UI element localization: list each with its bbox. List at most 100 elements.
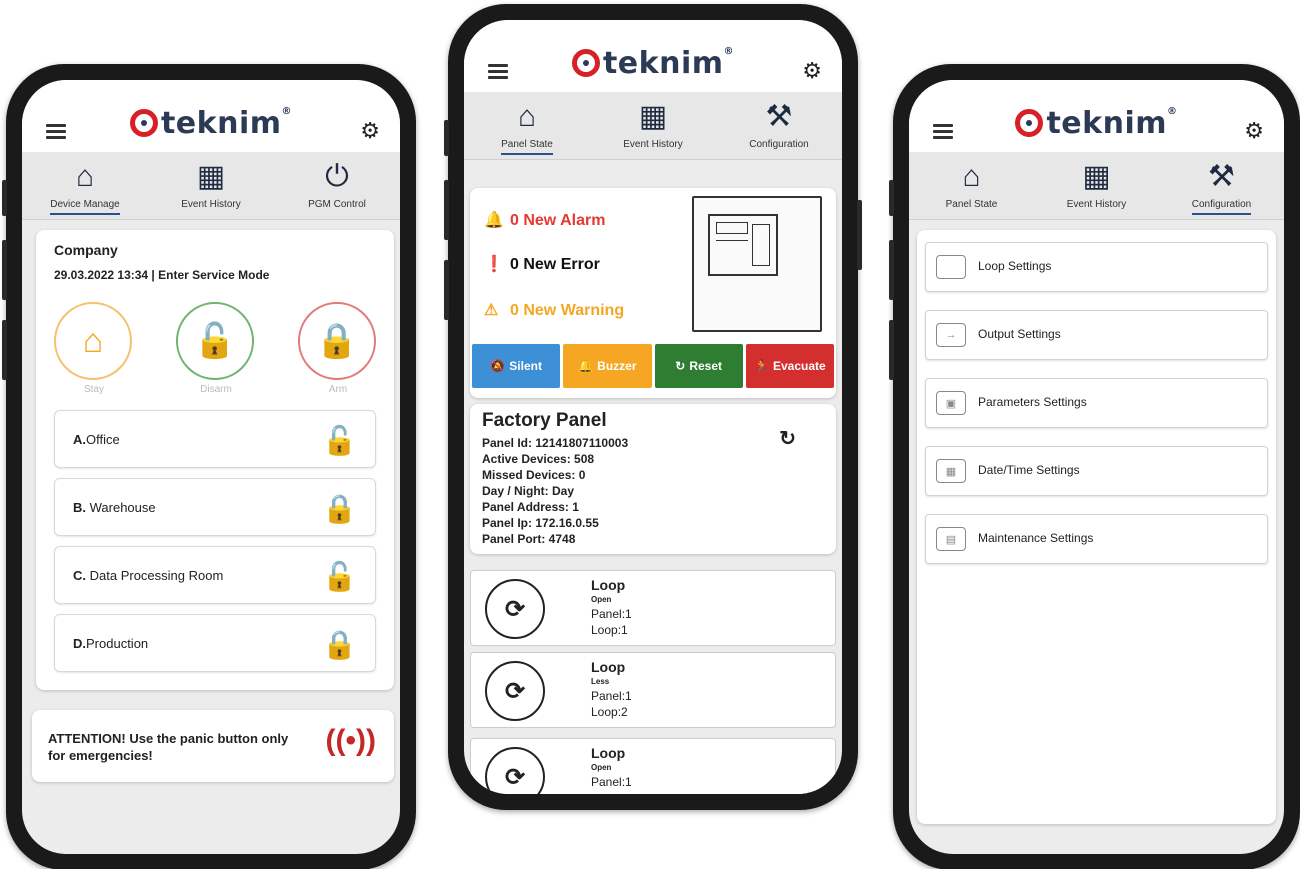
calendar-icon: ▦ [1082, 160, 1111, 193]
tab-event-history[interactable]: ▦ Event History [148, 152, 274, 219]
arm-button[interactable]: 🔒 Arm [298, 302, 378, 395]
panic-card: ATTENTION! Use the panic button only for… [32, 710, 394, 782]
unlock-icon[interactable]: 🔓 [322, 424, 357, 457]
day-night: Day / Night: Day [482, 484, 575, 498]
screen: teknim® ⚙ ⌂ Panel State ▦ Event History … [464, 20, 842, 794]
buzzer-button[interactable]: 🔔 Buzzer [563, 344, 652, 388]
tab-bar: ⌂ Panel State ▦ Event History ⚒ Configur… [464, 92, 842, 160]
run-icon: 🏃 [754, 359, 769, 373]
tab-bar: ⌂ Device Manage ▦ Event History ⏻ PGM Co… [22, 152, 400, 220]
company-name: Company [54, 242, 118, 258]
zone-item[interactable]: D.Production 🔒 [54, 614, 376, 672]
phone-configuration: teknim® ⚙ ⌂ Panel State ▦ Event History … [889, 64, 1300, 869]
screen: teknim® ⚙ ⌂ Panel State ▦ Event History … [909, 80, 1284, 854]
logo-mark-icon [571, 49, 600, 77]
panic-warning-text: ATTENTION! Use the panic button only for… [48, 731, 289, 763]
sync-icon: ⟳ [485, 747, 545, 794]
home-icon: ⌂ [962, 160, 981, 193]
zone-item[interactable]: A.Office 🔓 [54, 410, 376, 468]
phone-panel-state: teknim® ⚙ ⌂ Panel State ▦ Event History … [444, 4, 862, 810]
gear-icon[interactable]: ⚙ [802, 58, 822, 84]
brand-logo: teknim® [909, 106, 1284, 141]
tab-panel-state[interactable]: ⌂ Panel State [464, 92, 590, 159]
settings-card: Loop Settings → Output Settings ▣ Parame… [917, 230, 1276, 824]
wrench-gear-icon: ⚒ [1208, 160, 1235, 193]
sync-icon: ⟳ [485, 579, 545, 639]
sync-icon: ⟳ [485, 661, 545, 721]
tab-panel-state[interactable]: ⌂ Panel State [909, 152, 1034, 219]
action-buttons: 🔕 Silent 🔔 Buzzer ↻ Reset 🏃 Evacuate [470, 344, 836, 388]
evacuate-button[interactable]: 🏃 Evacuate [745, 344, 834, 388]
zone-item[interactable]: C. Data Processing Room 🔓 [54, 546, 376, 604]
zone-item[interactable]: B. Warehouse 🔒 [54, 478, 376, 536]
error-count: ❗ 0 New Error [484, 256, 600, 273]
top-bar: teknim® ⚙ [464, 20, 842, 92]
tab-event-history[interactable]: ▦ Event History [590, 92, 716, 159]
stay-button[interactable]: ⌂ Stay [54, 302, 134, 395]
warning-count: ⚠ 0 New Warning [484, 302, 625, 319]
company-card: Company 29.03.2022 13:34 | Enter Service… [36, 230, 394, 690]
wrench-gear-icon: ⚒ [765, 100, 793, 133]
error-icon: ❗ [484, 256, 504, 273]
tab-event-history[interactable]: ▦ Event History [1034, 152, 1159, 219]
active-devices: Active Devices: 508 [482, 452, 595, 466]
calendar-icon: ▦ [638, 100, 668, 133]
tab-pgm-control[interactable]: ⏻ PGM Control [274, 152, 400, 219]
panel-address: Panel Address: 1 [482, 500, 579, 514]
gear-icon[interactable]: ⚙ [360, 118, 380, 144]
buzzer-icon: 🔔 [578, 359, 594, 373]
loop-icon [936, 255, 966, 279]
top-bar: teknim® ⚙ [22, 80, 400, 152]
silent-button[interactable]: 🔕 Silent [472, 344, 561, 388]
alarm-bell-icon: 🔔 [484, 212, 504, 229]
tab-bar: ⌂ Panel State ▦ Event History ⚒ Configur… [909, 152, 1284, 220]
parameters-settings-item[interactable]: ▣ Parameters Settings [925, 378, 1268, 428]
unlock-icon[interactable]: 🔓 [322, 560, 357, 593]
loop-settings-item[interactable]: Loop Settings [925, 242, 1268, 292]
lock-icon[interactable]: 🔒 [322, 628, 357, 661]
phone-device-manage: teknim® ⚙ ⌂ Device Manage ▦ Event Histor… [2, 64, 416, 869]
unlock-icon: 🔓 [176, 302, 254, 380]
loop-item[interactable]: ⟳ Loop Open Panel:1 [470, 738, 836, 794]
tab-device-manage[interactable]: ⌂ Device Manage [22, 152, 148, 219]
panel-info-card: Factory Panel ↻ Panel Id: 12141807110003… [470, 404, 836, 554]
lock-icon[interactable]: 🔒 [322, 492, 357, 525]
brand-logo: teknim® [464, 46, 842, 81]
top-bar: teknim® ⚙ [909, 80, 1284, 152]
calendar-clock-icon: ▦ [936, 459, 966, 483]
home-icon: ⌂ [54, 302, 132, 380]
date-time-settings-item[interactable]: ▦ Date/Time Settings [925, 446, 1268, 496]
brand-logo: teknim® [22, 106, 400, 141]
service-status[interactable]: 29.03.2022 13:34 | Enter Service Mode [54, 268, 269, 282]
panic-button-icon[interactable]: ((•)) [326, 724, 376, 758]
tab-configuration[interactable]: ⚒ Configuration [1159, 152, 1284, 219]
lock-icon: 🔒 [298, 302, 376, 380]
warning-icon: ⚠ [484, 302, 499, 319]
refresh-icon[interactable]: ↻ [779, 426, 796, 451]
panel-title: Factory Panel [482, 410, 607, 431]
gear-icon[interactable]: ⚙ [1244, 118, 1264, 144]
alarm-status-card: 🔔 0 New Alarm ❗ 0 New Error ⚠ 0 New Warning… [470, 188, 836, 398]
fire-panel-image [692, 196, 822, 332]
output-icon: → [936, 323, 966, 347]
disarm-button[interactable]: 🔓 Disarm [176, 302, 256, 395]
panel-id: Panel Id: 12141807110003 [482, 436, 629, 450]
calendar-icon: ▦ [196, 160, 226, 193]
tab-configuration[interactable]: ⚒ Configuration [716, 92, 842, 159]
loop-item[interactable]: ⟳ Loop Open Panel:1 Loop:1 [470, 570, 836, 646]
screen: teknim® ⚙ ⌂ Device Manage ▦ Event Histor… [22, 80, 400, 854]
maintenance-icon: ▤ [936, 527, 966, 551]
bell-off-icon: 🔕 [490, 359, 506, 373]
logo-mark-icon [129, 109, 158, 137]
reset-button[interactable]: ↻ Reset [654, 344, 743, 388]
missed-devices: Missed Devices: 0 [482, 468, 586, 482]
maintenance-settings-item[interactable]: ▤ Maintenance Settings [925, 514, 1268, 564]
logo-mark-icon [1015, 109, 1044, 137]
loop-item[interactable]: ⟳ Loop Less Panel:1 Loop:2 [470, 652, 836, 728]
parameters-icon: ▣ [936, 391, 966, 415]
home-icon: ⌂ [75, 160, 95, 193]
alarm-count: 🔔 0 New Alarm [484, 212, 606, 229]
output-settings-item[interactable]: → Output Settings [925, 310, 1268, 360]
home-icon: ⌂ [517, 100, 537, 133]
panel-ip: Panel Ip: 172.16.0.55 [482, 516, 599, 530]
